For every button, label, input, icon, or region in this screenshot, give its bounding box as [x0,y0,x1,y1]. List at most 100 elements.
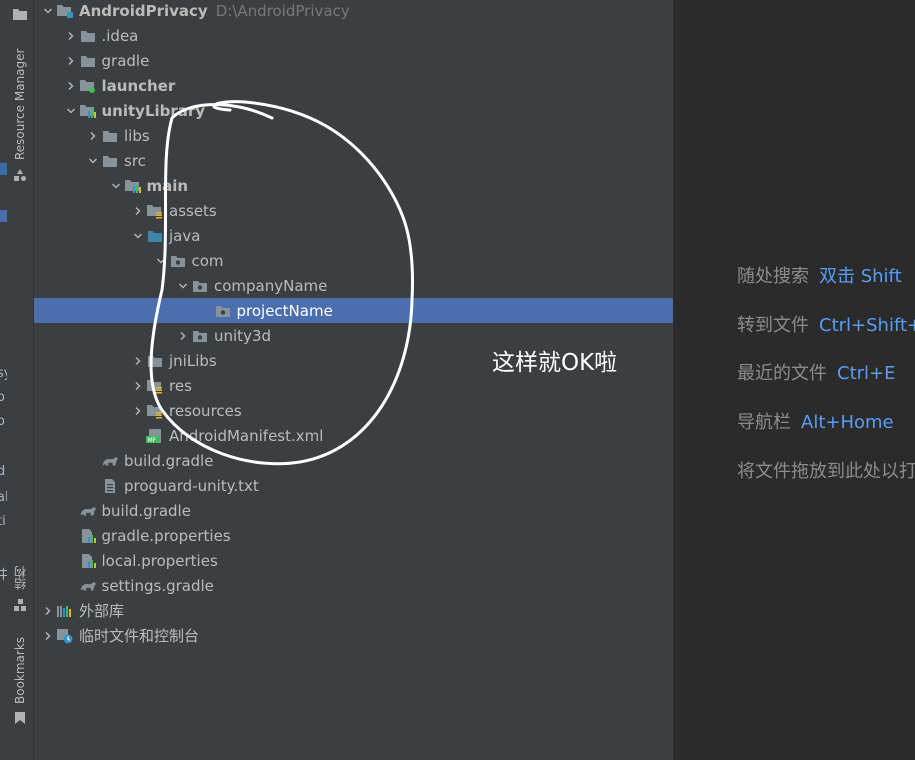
tree-row-label: gradle [101,51,150,70]
chevron-right-icon[interactable] [40,628,56,644]
tree-row[interactable]: MF AndroidManifest.xml [34,423,673,448]
tree-row[interactable]: AndroidPrivacy D:\AndroidPrivacy [34,0,673,23]
tree-row[interactable]: local.properties [34,548,673,573]
chevron-right-icon[interactable] [85,128,101,144]
left-panel-marker [0,210,7,222]
hint-goto-file: 转到文件 Ctrl+Shift+N [737,311,915,337]
chevron-right-icon[interactable] [175,328,191,344]
clipped-text: 中 [0,568,7,583]
tree-row-label: java [169,226,201,245]
tree-row[interactable]: main [34,173,673,198]
libraries-icon [56,603,74,619]
tree-row[interactable]: 临时文件和控制台 [34,623,673,648]
chevron-right-icon[interactable] [130,403,146,419]
tree-row-label: res [169,376,192,395]
package-icon [214,303,232,319]
package-icon [191,328,209,344]
tree-row-label: 临时文件和控制台 [79,627,200,645]
tree-row[interactable]: launcher [34,73,673,98]
tree-row[interactable]: settings.gradle [34,573,673,598]
chevron-right-icon[interactable] [130,378,146,394]
tree-row-label: unityLibrary [101,101,206,120]
tree-row-label: gradle.properties [101,526,231,545]
hint-label: 随处搜索 [737,266,809,287]
chevron-down-icon[interactable] [153,253,169,269]
chevron-right-icon[interactable] [63,28,79,44]
chevron-down-icon[interactable] [130,228,146,244]
chevron-right-icon[interactable] [130,203,146,219]
folder-icon [101,153,119,169]
annotation-text: 这样就OK啦 [492,350,618,376]
chevron-down-icon[interactable] [63,103,79,119]
chevron-down-icon[interactable] [85,153,101,169]
resource-manager-tab[interactable]: Resource Manager [9,44,31,164]
tree-row[interactable]: libs [34,123,673,148]
tree-row[interactable]: gradle [34,48,673,73]
tree-row-label: AndroidManifest.xml [169,426,324,445]
tree-row-label: main [146,176,189,195]
tree-row[interactable]: projectName [34,298,673,323]
tree-row[interactable]: gradle.properties [34,523,673,548]
properties-icon [79,528,97,544]
project-tree: AndroidPrivacy D:\AndroidPrivacy .idea grad… [34,0,673,760]
chevron-down-icon[interactable] [108,178,124,194]
tree-row-label: AndroidPrivacy [79,1,208,20]
chevron-right-icon[interactable] [63,78,79,94]
tree-row-label: unity3d [214,326,272,345]
clipped-text: sy [0,366,7,381]
tree-row-label: assets [169,201,217,220]
hint-shortcut: Alt+Home [801,412,894,433]
chevron-right-icon[interactable] [40,603,56,619]
tree-row-label: build.gradle [124,451,214,470]
folder-icon [79,28,97,44]
hint-label: 将文件拖放到此处以打开 [737,461,915,482]
hint-shortcut: 双击 Shift [819,266,902,287]
tree-row-label: com [191,251,224,270]
hint-shortcut: Ctrl+Shift+N [819,315,915,336]
hint-drop-files: 将文件拖放到此处以打开 [737,457,915,483]
tree-row[interactable]: 外部库 [34,598,673,623]
chevron-down-icon[interactable] [40,3,56,19]
tree-row[interactable]: src [34,148,673,173]
hint-recent-files: 最近的文件 Ctrl+E [737,359,895,385]
tree-row[interactable]: .idea [34,23,673,48]
chevron-right-icon[interactable] [130,353,146,369]
gradle-icon [79,578,97,594]
chevron-down-icon[interactable] [175,278,191,294]
tree-row-label: settings.gradle [101,576,214,595]
package-icon [169,253,187,269]
tree-row[interactable]: build.gradle [34,498,673,523]
gradle-icon [101,453,119,469]
properties-icon [79,553,97,569]
tree-row[interactable]: build.gradle [34,448,673,473]
scratches-icon [56,628,74,644]
bookmarks-tab[interactable]: Bookmarks [9,632,31,708]
structure-tab[interactable]: 结构 [9,562,31,594]
tree-row-label: libs [124,126,150,145]
gradle-icon [79,503,97,519]
tree-row[interactable]: companyName [34,273,673,298]
tree-row[interactable]: resources [34,398,673,423]
tree-row[interactable]: java [34,223,673,248]
editor-empty-area: 随处搜索双击 Shift 转到文件 Ctrl+Shift+N 最近的文件 Ctrl+… [673,0,915,760]
clipped-text: o [0,390,5,405]
hint-navigation-bar: 导航栏 Alt+Home [737,408,894,434]
resources-folder-icon [146,378,164,394]
tree-row[interactable]: proguard-unity.txt [34,473,673,498]
tree-row[interactable]: unityLibrary [34,98,673,123]
chevron-right-icon[interactable] [63,53,79,69]
project-tool-icon[interactable] [12,6,28,22]
tree-row[interactable]: assets [34,198,673,223]
tree-row-label: proguard-unity.txt [124,476,259,495]
tree-row-label: launcher [101,76,176,95]
tree-row-label: jniLibs [169,351,217,370]
hint-label: 最近的文件 [737,363,827,384]
tree-row[interactable]: com [34,248,673,273]
left-clipped-panel: sy o o d al ti 中 [0,0,7,760]
folder-icon [79,53,97,69]
clipped-text: d [0,464,6,479]
